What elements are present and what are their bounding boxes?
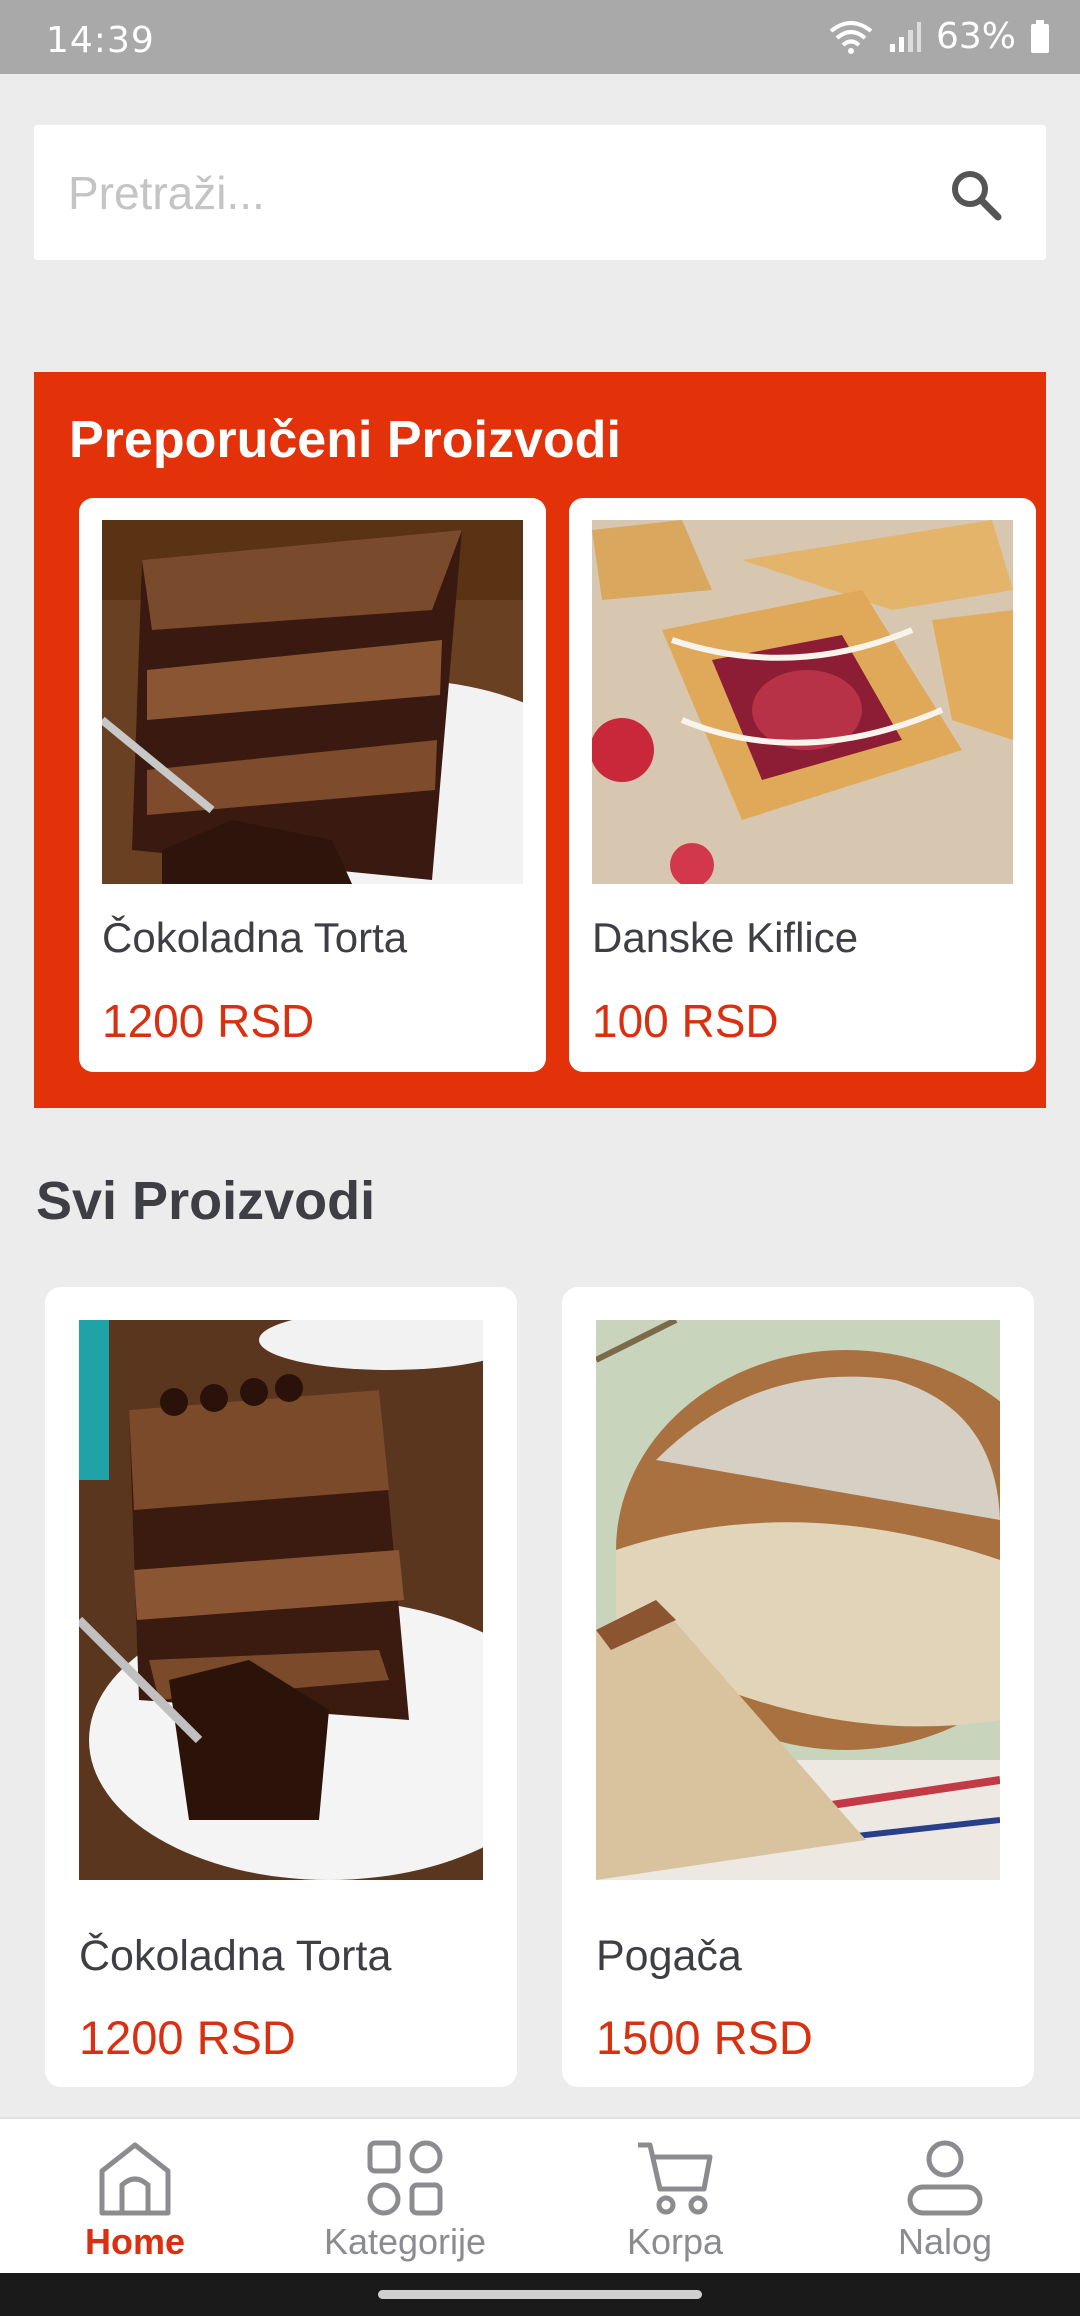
search-bar[interactable] (34, 125, 1046, 260)
featured-card[interactable]: Danske Kiflice 100 RSD (569, 498, 1036, 1072)
bottom-navigation: Home Kategorije Korpa Nalog (0, 2117, 1080, 2273)
featured-section: Preporučeni Proizvodi Čokoladna Torta 12… (34, 372, 1046, 1108)
nav-label-cart: Korpa (626, 2221, 724, 2262)
product-card[interactable]: Čokoladna Torta 1200 RSD (45, 1287, 517, 2087)
product-image-bread-loaf (596, 1320, 1000, 1880)
nav-categories[interactable]: Kategorije (290, 2139, 520, 2269)
categories-icon (367, 2140, 443, 2216)
product-price: 100 RSD (592, 995, 779, 1047)
nav-label-categories: Kategorije (323, 2221, 487, 2262)
product-name: Danske Kiflice (592, 914, 859, 961)
cart-icon (638, 2142, 713, 2215)
product-price: 1500 RSD (596, 2011, 813, 2064)
nav-account[interactable]: Nalog (830, 2139, 1060, 2269)
search-icon[interactable] (946, 165, 1006, 225)
nav-label-account: Nalog (897, 2221, 993, 2262)
nav-label-home: Home (84, 2221, 186, 2262)
all-products-title: Svi Proizvodi (36, 1171, 376, 1231)
featured-title: Preporučeni Proizvodi (69, 411, 621, 469)
product-name: Čokoladna Torta (79, 1932, 392, 1980)
nav-home[interactable]: Home (20, 2139, 250, 2269)
account-icon (907, 2140, 983, 2216)
product-image-chocolate-cake (102, 520, 523, 884)
battery-percent: 63% (935, 16, 1016, 57)
home-icon (99, 2142, 171, 2216)
system-gesture-bar (0, 2273, 1080, 2316)
status-time: 14:39 (46, 20, 155, 61)
signal-icon (889, 21, 921, 52)
nav-cart[interactable]: Korpa (560, 2139, 790, 2269)
status-icons: 63% (828, 16, 1050, 57)
battery-icon (1031, 19, 1049, 53)
product-image-chocolate-cake (79, 1320, 483, 1880)
search-input[interactable] (68, 160, 928, 226)
featured-card[interactable]: Čokoladna Torta 1200 RSD (79, 498, 546, 1072)
home-gesture-handle[interactable] (378, 2290, 702, 2299)
product-name: Čokoladna Torta (102, 914, 408, 961)
product-price: 1200 RSD (79, 2011, 296, 2064)
product-image-danish-pastry (592, 520, 1013, 884)
status-bar: 14:39 63% (0, 0, 1080, 74)
featured-carousel[interactable]: Čokoladna Torta 1200 RSD Danske Kiflice … (79, 498, 1046, 1078)
product-card[interactable]: Pogača 1500 RSD (562, 1287, 1034, 2087)
product-name: Pogača (596, 1932, 742, 1980)
product-price: 1200 RSD (102, 995, 315, 1047)
wifi-icon (829, 20, 873, 54)
